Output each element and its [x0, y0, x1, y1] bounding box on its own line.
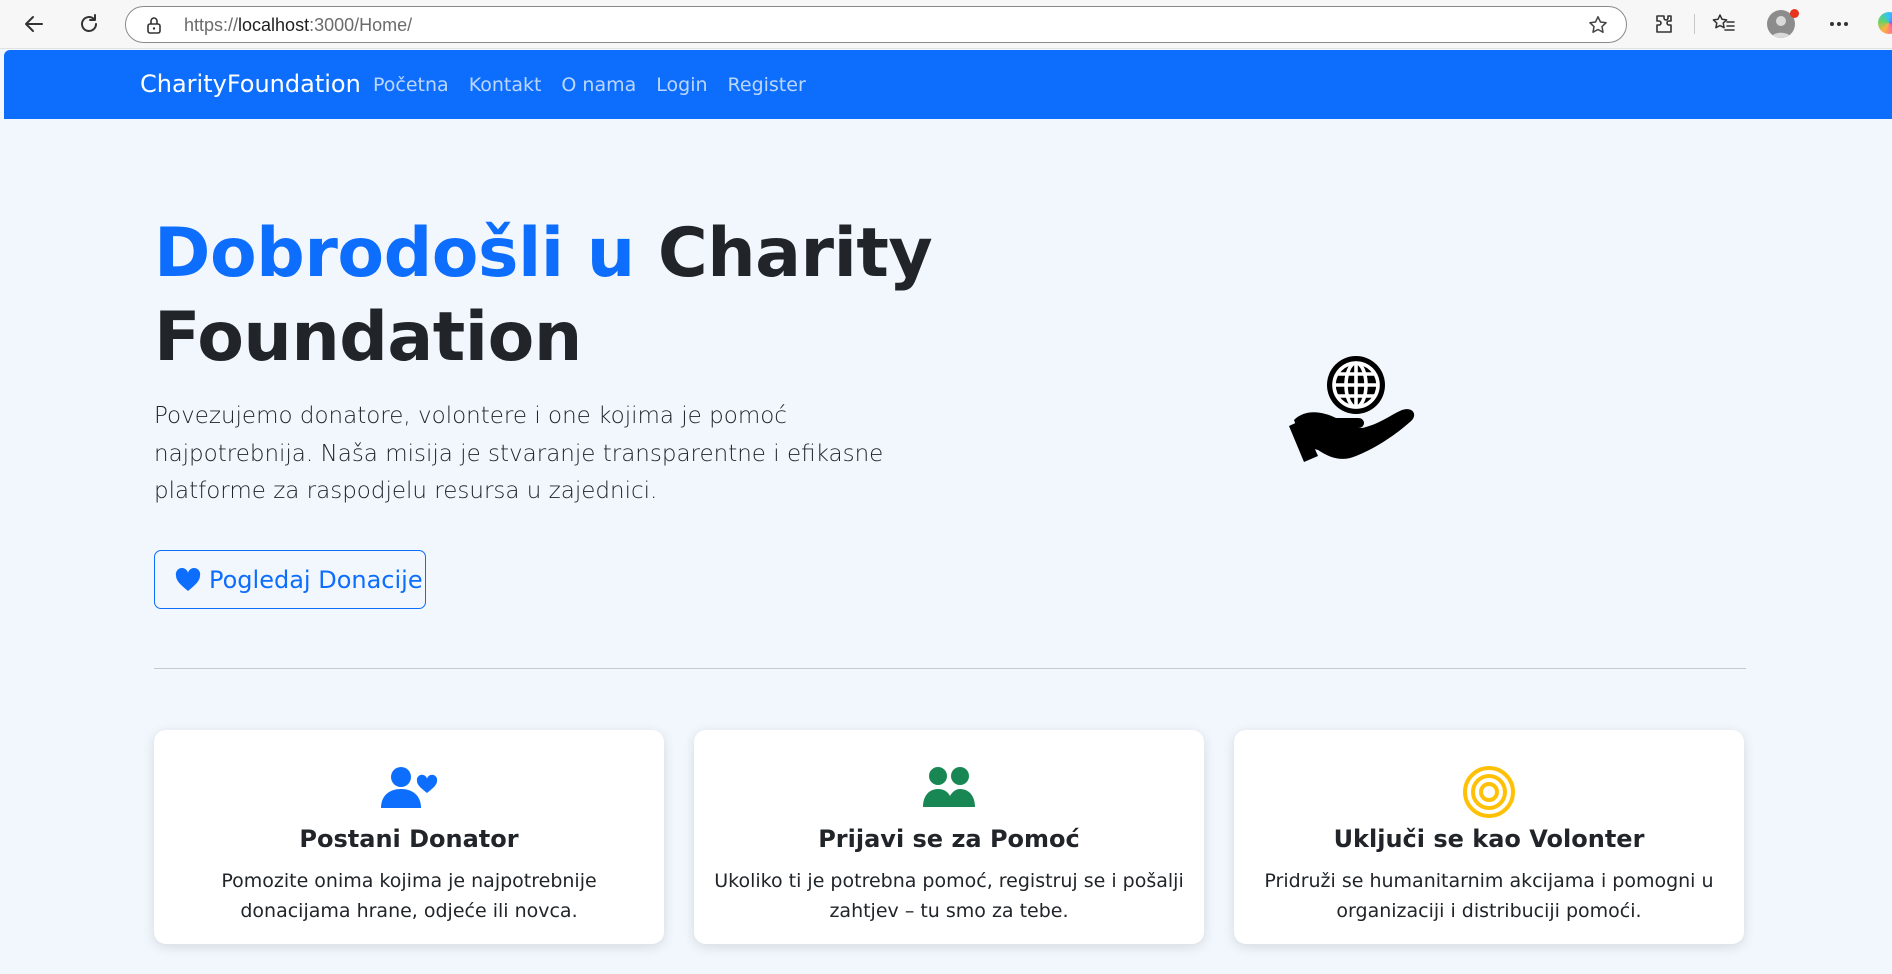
- card-text: Pomozite onima kojima je najpotrebnije d…: [221, 870, 597, 922]
- refresh-button[interactable]: [72, 8, 106, 40]
- card-text: Ukoliko ti je potrebna pomoć, registruj …: [714, 870, 1184, 922]
- favorites-icon: [1712, 14, 1735, 31]
- target-icon: [1463, 766, 1515, 818]
- refresh-icon: [81, 14, 97, 32]
- arrow-left-icon: [25, 16, 43, 32]
- star-icon[interactable]: [1588, 15, 1608, 35]
- favorites-button[interactable]: [1707, 8, 1741, 40]
- browser-toolbar: https://localhost:3000/Home/: [0, 0, 1892, 49]
- hero-title: Dobrodošli u Charity Foundation: [154, 212, 1054, 380]
- more-horizontal-icon: [1830, 22, 1848, 26]
- view-donations-button[interactable]: Pogledaj Donacije: [154, 550, 426, 609]
- lock-icon: [147, 17, 161, 34]
- hero-title-accent: Dobrodošli u: [154, 214, 635, 293]
- nav-link-pocetna[interactable]: Početna: [373, 74, 449, 96]
- nav-link-register[interactable]: Register: [728, 74, 806, 96]
- nav-links: Početna Kontakt O nama Login Register: [373, 74, 806, 96]
- card-title: Prijavi se za Pomoć: [818, 825, 1080, 853]
- back-button[interactable]: [17, 8, 51, 40]
- person-heart-icon: [381, 767, 437, 808]
- url-text: https://localhost:3000/Home/: [184, 15, 413, 35]
- nav-link-kontakt[interactable]: Kontakt: [469, 74, 542, 96]
- brand-link[interactable]: CharityFoundation: [140, 70, 361, 98]
- view-donations-label: Pogledaj Donacije: [209, 565, 423, 594]
- card-prijavi-se-za-pomoc: Prijavi se za Pomoć Ukoliko ti je potreb…: [694, 730, 1204, 944]
- card-title: Postani Donator: [299, 825, 519, 853]
- card-icon-wrap: [154, 766, 664, 818]
- menu-button[interactable]: [1822, 8, 1856, 40]
- section-divider: [154, 668, 1746, 669]
- puzzle-icon: [1656, 15, 1672, 33]
- toolbar-separator: [1694, 14, 1695, 34]
- notification-dot: [1790, 9, 1799, 18]
- people-icon: [923, 767, 975, 807]
- card-postani-donator: Postani Donator Pomozite onima kojima je…: [154, 730, 664, 944]
- extensions-button[interactable]: [1647, 8, 1681, 40]
- heart-icon: [175, 567, 201, 591]
- card-text: Pridruži se humanitarnim akcijama i pomo…: [1264, 870, 1714, 922]
- address-bar[interactable]: https://localhost:3000/Home/: [125, 6, 1627, 43]
- hero-lead: Povezujemo donatore, volontere i one koj…: [154, 403, 884, 504]
- card-icon-wrap: [1234, 766, 1744, 818]
- copilot-icon[interactable]: [1878, 12, 1892, 34]
- nav-link-o-nama[interactable]: O nama: [561, 74, 636, 96]
- globe-in-hand-icon: [1289, 356, 1415, 462]
- card-ukljuci-se-kao-volonter: Uključi se kao Volonter Pridruži se huma…: [1234, 730, 1744, 944]
- card-icon-wrap: [694, 766, 1204, 818]
- card-title: Uključi se kao Volonter: [1333, 825, 1645, 853]
- nav-link-login[interactable]: Login: [656, 74, 707, 96]
- site-navbar: CharityFoundation Početna Kontakt O nama…: [4, 50, 1892, 119]
